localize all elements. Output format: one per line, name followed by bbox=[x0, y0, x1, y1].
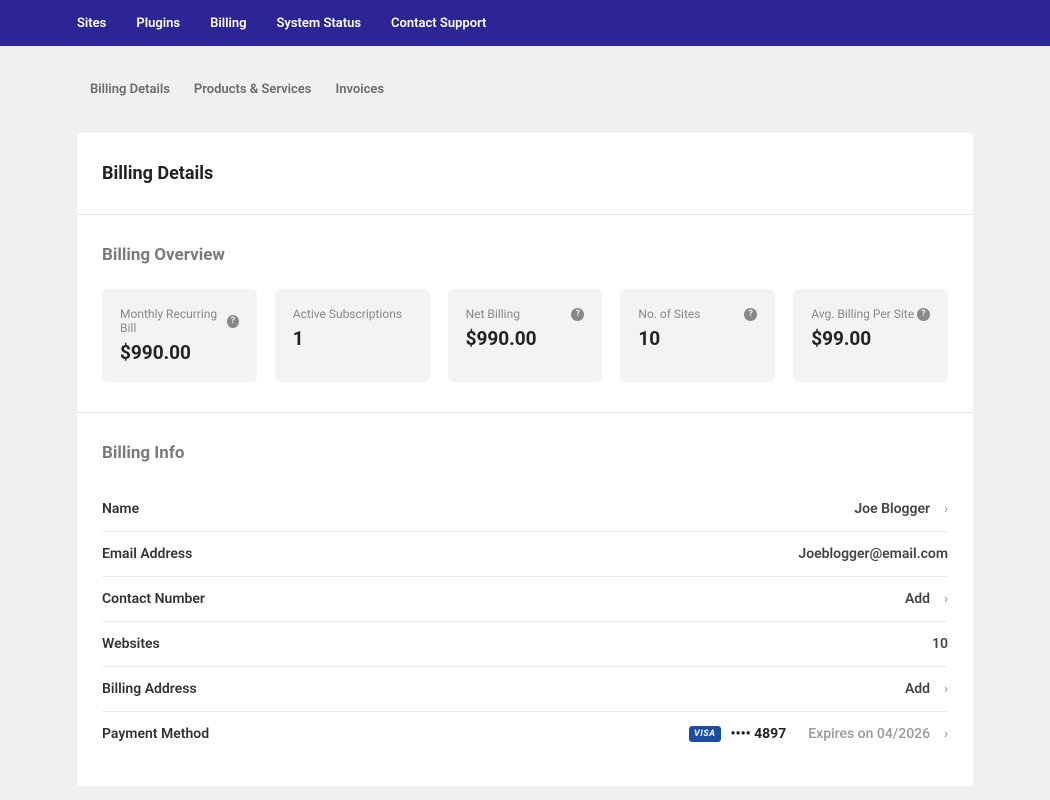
card-value: $990.00 bbox=[466, 327, 585, 350]
card-value: $990.00 bbox=[120, 341, 239, 364]
card-label: Active Subscriptions bbox=[293, 307, 402, 321]
page-header: Billing Details bbox=[77, 133, 973, 215]
overview-grid: Monthly Recurring Bill ? $990.00 Active … bbox=[102, 289, 948, 382]
add-button[interactable]: Add bbox=[905, 681, 930, 697]
chevron-right-icon: › bbox=[944, 502, 948, 517]
add-button[interactable]: Add bbox=[905, 591, 930, 607]
tab-billing-details[interactable]: Billing Details bbox=[90, 70, 170, 109]
info-value: Joeblogger@email.com bbox=[798, 546, 948, 562]
card-avg-per-site: Avg. Billing Per Site ? $99.00 bbox=[793, 289, 948, 382]
card-value: 1 bbox=[293, 327, 412, 350]
card-net-billing: Net Billing ? $990.00 bbox=[448, 289, 603, 382]
card-value: $99.00 bbox=[811, 327, 930, 350]
row-payment-method[interactable]: Payment Method VISA •••• 4897 Expires on… bbox=[102, 712, 948, 756]
info-label: Payment Method bbox=[102, 726, 209, 742]
card-last4: •••• 4897 bbox=[731, 726, 787, 742]
card-expiry: Expires on 04/2026 bbox=[808, 726, 930, 742]
tab-invoices[interactable]: Invoices bbox=[335, 70, 384, 109]
tab-products-services[interactable]: Products & Services bbox=[194, 70, 312, 109]
row-websites: Websites 10 bbox=[102, 622, 948, 667]
billing-overview-section: Billing Overview Monthly Recurring Bill … bbox=[77, 215, 973, 412]
top-nav: Sites Plugins Billing System Status Cont… bbox=[0, 0, 1050, 46]
row-name[interactable]: Name Joe Blogger › bbox=[102, 487, 948, 532]
card-label: Monthly Recurring Bill bbox=[120, 307, 227, 335]
content-card: Billing Details Billing Overview Monthly… bbox=[77, 133, 973, 786]
info-value: 10 bbox=[932, 636, 948, 652]
card-monthly-recurring: Monthly Recurring Bill ? $990.00 bbox=[102, 289, 257, 382]
info-value: Joe Blogger bbox=[854, 501, 930, 517]
nav-contact-support[interactable]: Contact Support bbox=[391, 16, 486, 31]
billing-overview-title: Billing Overview bbox=[102, 245, 948, 265]
nav-system-status[interactable]: System Status bbox=[276, 16, 361, 31]
chevron-right-icon: › bbox=[944, 592, 948, 607]
visa-icon: VISA bbox=[689, 726, 721, 742]
chevron-right-icon: › bbox=[944, 727, 948, 742]
sub-nav: Billing Details Products & Services Invo… bbox=[0, 46, 1050, 109]
info-list: Name Joe Blogger › Email Address Joeblog… bbox=[102, 487, 948, 756]
row-email: Email Address Joeblogger@email.com bbox=[102, 532, 948, 577]
card-active-subscriptions: Active Subscriptions 1 bbox=[275, 289, 430, 382]
billing-info-section: Billing Info Name Joe Blogger › Email Ad… bbox=[77, 412, 973, 786]
info-label: Websites bbox=[102, 636, 160, 652]
nav-billing[interactable]: Billing bbox=[210, 16, 246, 31]
help-icon[interactable]: ? bbox=[917, 308, 930, 321]
help-icon[interactable]: ? bbox=[571, 308, 584, 321]
card-value: 10 bbox=[638, 327, 757, 350]
card-label: Avg. Billing Per Site bbox=[811, 307, 914, 321]
row-billing-address[interactable]: Billing Address Add › bbox=[102, 667, 948, 712]
billing-info-title: Billing Info bbox=[102, 443, 948, 463]
card-sites: No. of Sites ? 10 bbox=[620, 289, 775, 382]
help-icon[interactable]: ? bbox=[227, 315, 239, 328]
row-contact-number[interactable]: Contact Number Add › bbox=[102, 577, 948, 622]
info-label: Name bbox=[102, 501, 139, 517]
info-label: Billing Address bbox=[102, 681, 197, 697]
nav-plugins[interactable]: Plugins bbox=[136, 16, 180, 31]
page-title: Billing Details bbox=[102, 163, 948, 184]
info-label: Contact Number bbox=[102, 591, 205, 607]
help-icon[interactable]: ? bbox=[744, 308, 757, 321]
info-label: Email Address bbox=[102, 546, 192, 562]
nav-sites[interactable]: Sites bbox=[77, 16, 106, 31]
card-label: No. of Sites bbox=[638, 307, 700, 321]
chevron-right-icon: › bbox=[944, 682, 948, 697]
card-label: Net Billing bbox=[466, 307, 520, 321]
